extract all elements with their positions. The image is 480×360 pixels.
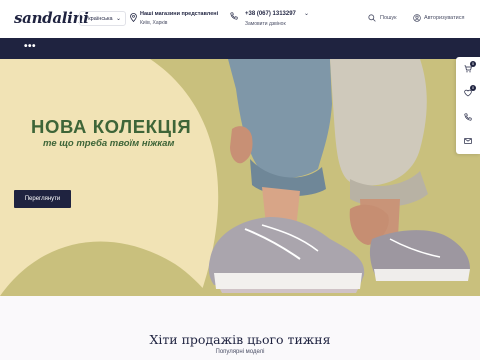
- more-menu-icon[interactable]: •••: [24, 41, 36, 52]
- chevron-down-icon: ⌄: [115, 16, 121, 22]
- search-label: Пошук: [380, 15, 397, 21]
- section-title: Хіти продажів цього тижня: [149, 332, 331, 347]
- main-nav: •••: [0, 38, 480, 59]
- call-button[interactable]: [456, 105, 480, 129]
- site-header: sandalini Українська ⌄ Наші магазини пре…: [0, 0, 480, 38]
- stores-cities: Київ, Харків: [140, 20, 168, 26]
- hero-subtitle: те що треба твоїм ніжкам: [43, 138, 175, 149]
- bestsellers-section: Хіти продажів цього тижня Популярні моде…: [0, 296, 480, 360]
- location-pin-icon: [130, 13, 137, 22]
- phone-icon: [230, 12, 238, 20]
- phone-block[interactable]: +38 (067) 1313297 ⌄ Замовити дзвінок: [230, 10, 310, 28]
- callback-link[interactable]: Замовити дзвінок: [245, 21, 286, 27]
- cart-button[interactable]: 0: [456, 57, 480, 81]
- section-subtitle: Популярні моделі: [215, 349, 265, 355]
- wishlist-button[interactable]: 0: [456, 81, 480, 105]
- chevron-down-icon[interactable]: ⌄: [304, 10, 309, 17]
- wishlist-count-badge: 0: [470, 85, 476, 91]
- view-collection-button[interactable]: Переглянути: [14, 190, 71, 208]
- search-icon: [368, 14, 376, 22]
- stores-title: Наші магазини представлені: [140, 11, 219, 17]
- floating-actions-rail: 0 0: [456, 57, 480, 154]
- logo[interactable]: sandalini: [14, 9, 89, 27]
- hero-illustration: [0, 59, 480, 296]
- language-select[interactable]: Українська ⌄: [79, 11, 126, 26]
- stores-info[interactable]: Наші магазини представлені Київ, Харків: [130, 10, 225, 28]
- cart-count-badge: 0: [470, 61, 476, 67]
- login-label: Авторизуватися: [424, 15, 465, 21]
- email-button[interactable]: [456, 129, 480, 153]
- mail-icon: [464, 138, 472, 144]
- hero-title: НОВА КОЛЕКЦІЯ: [31, 116, 192, 137]
- user-icon: [413, 14, 421, 22]
- phone-number[interactable]: +38 (067) 1313297: [245, 11, 296, 17]
- hero-banner[interactable]: НОВА КОЛЕКЦІЯ те що треба твоїм ніжкам П…: [0, 59, 480, 296]
- language-label: Українська: [85, 16, 113, 22]
- phone-icon: [464, 113, 472, 121]
